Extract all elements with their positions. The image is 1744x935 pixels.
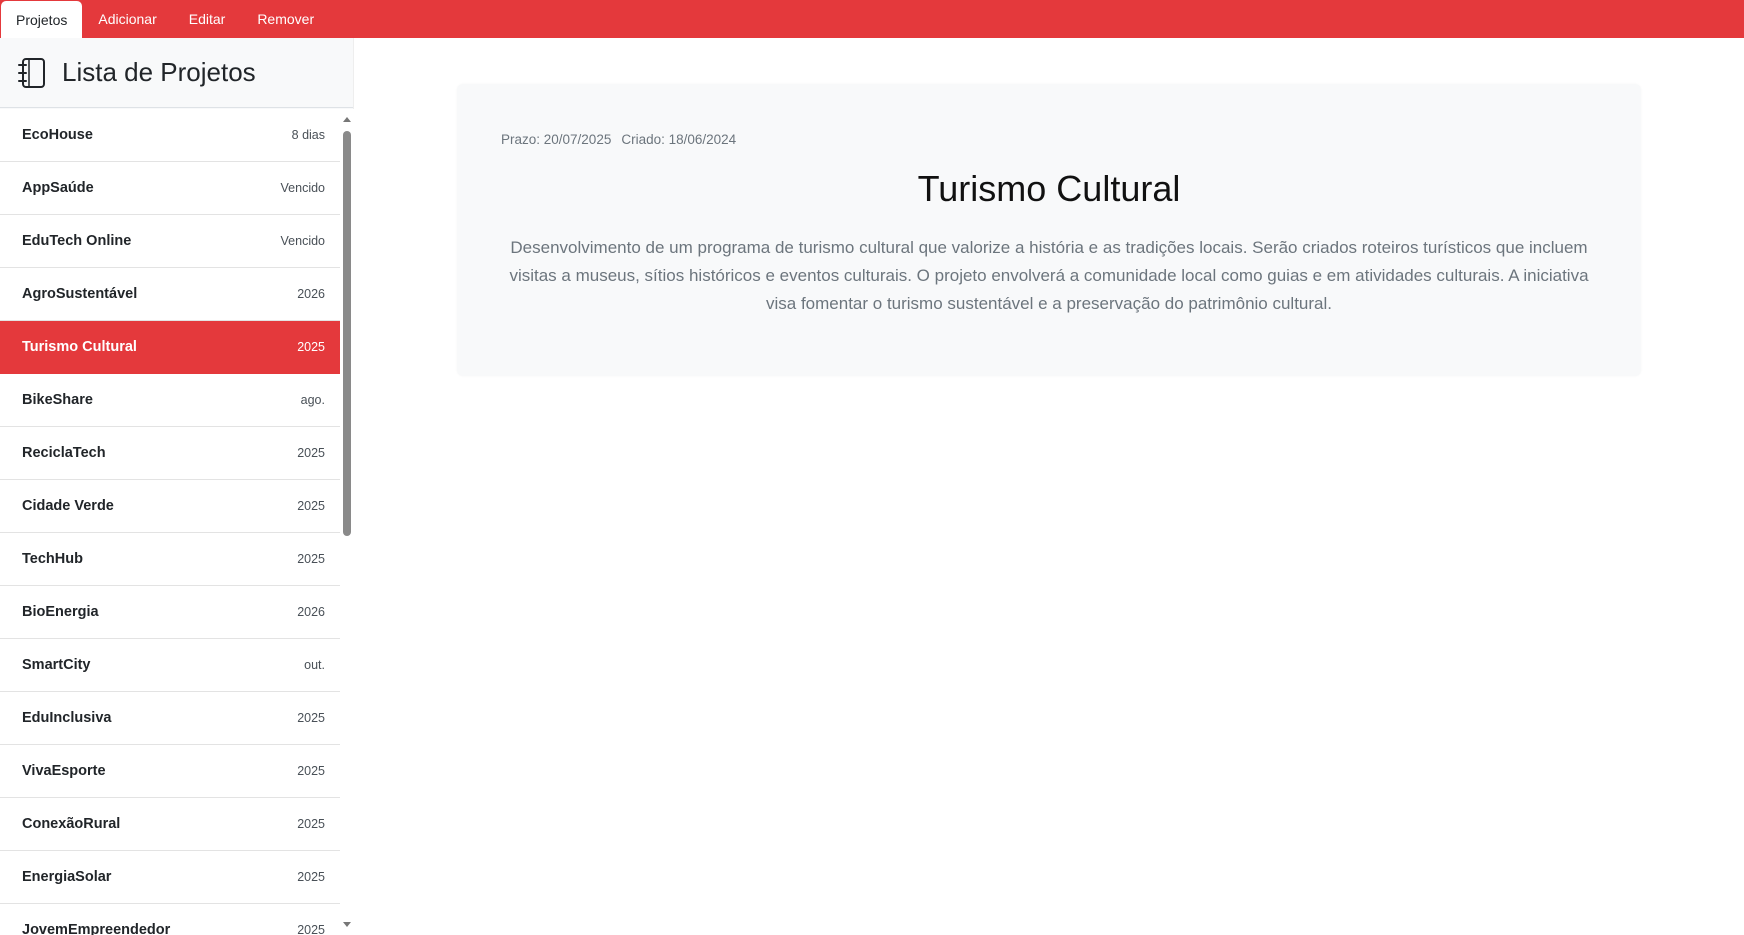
- project-list-item[interactable]: EduTech Online Vencido: [0, 215, 340, 268]
- project-list-item[interactable]: Cidade Verde 2025: [0, 480, 340, 533]
- project-due-label: 2025: [297, 923, 325, 935]
- project-list-item[interactable]: EduInclusiva 2025: [0, 692, 340, 745]
- project-due-label: 2025: [297, 817, 325, 831]
- project-name: EduInclusiva: [22, 710, 112, 726]
- tab-editar[interactable]: Editar: [173, 0, 242, 38]
- project-list-item[interactable]: AppSaúde Vencido: [0, 162, 340, 215]
- project-due-label: 8 dias: [291, 128, 325, 142]
- project-description: Desenvolvimento de um programa de turism…: [509, 238, 1589, 313]
- project-list-item[interactable]: AgroSustentável 2026: [0, 268, 340, 321]
- project-name: EcoHouse: [22, 127, 93, 143]
- project-due-label: 2026: [297, 605, 325, 619]
- tab-adicionar[interactable]: Adicionar: [82, 0, 172, 38]
- project-due-label: 2025: [297, 499, 325, 513]
- project-name: Cidade Verde: [22, 498, 114, 514]
- scroll-up-arrow[interactable]: [343, 117, 351, 122]
- project-due-label: ago.: [300, 393, 325, 407]
- notebook-icon: [14, 56, 48, 90]
- project-list-item[interactable]: SmartCity out.: [0, 639, 340, 692]
- project-deadline: Prazo: 20/07/2025: [501, 132, 612, 147]
- project-name: BikeShare: [22, 392, 93, 408]
- project-detail-card: Prazo: 20/07/2025 Criado: 18/06/2024 Tur…: [457, 84, 1641, 376]
- project-due-label: 2025: [297, 711, 325, 725]
- project-due-label: 2025: [297, 340, 325, 354]
- tab-remover[interactable]: Remover: [241, 0, 330, 38]
- project-due-label: 2025: [297, 446, 325, 460]
- tab-projetos[interactable]: Projetos: [1, 1, 83, 38]
- project-due-label: 2025: [297, 552, 325, 566]
- project-name: AppSaúde: [22, 180, 94, 196]
- project-list: EcoHouse 8 dias AppSaúde Vencido EduTech Onl…: [0, 109, 340, 935]
- project-name: ConexãoRural: [22, 816, 121, 832]
- project-created-date: Criado: 18/06/2024: [621, 132, 737, 147]
- project-list-item[interactable]: JovemEmpreendedor 2025: [0, 904, 340, 935]
- project-list-item[interactable]: VivaEsporte 2025: [0, 745, 340, 798]
- project-due-label: Vencido: [280, 181, 325, 195]
- project-title: Turismo Cultural: [917, 168, 1181, 209]
- scrollbar[interactable]: [340, 109, 354, 935]
- project-list-item[interactable]: TechHub 2025: [0, 533, 340, 586]
- project-due-label: 2025: [297, 870, 325, 884]
- scroll-down-arrow[interactable]: [343, 922, 351, 927]
- sidebar-header: Lista de Projetos: [0, 38, 353, 108]
- sidebar-title: Lista de Projetos: [62, 57, 256, 87]
- project-list-item[interactable]: Turismo Cultural 2025: [0, 321, 340, 374]
- top-navigation: Projetos Adicionar Editar Remover: [0, 0, 1744, 38]
- project-due-label: Vencido: [280, 234, 325, 248]
- project-list-item[interactable]: EnergiaSolar 2025: [0, 851, 340, 904]
- project-name: Turismo Cultural: [22, 339, 137, 355]
- project-due-label: out.: [304, 658, 325, 672]
- project-list-container: EcoHouse 8 dias AppSaúde Vencido EduTech Onl…: [0, 109, 354, 935]
- project-name: JovemEmpreendedor: [22, 922, 171, 935]
- project-dates: Prazo: 20/07/2025 Criado: 18/06/2024: [501, 132, 736, 147]
- project-name: EduTech Online: [22, 233, 132, 249]
- project-sidebar: Lista de Projetos EcoHouse 8 dias AppSaúde…: [0, 38, 354, 935]
- project-name: TechHub: [22, 551, 83, 567]
- project-name: SmartCity: [22, 657, 91, 673]
- project-name: VivaEsporte: [22, 763, 106, 779]
- project-list-item[interactable]: BikeShare ago.: [0, 374, 340, 427]
- project-name: ReciclaTech: [22, 445, 106, 461]
- project-name: EnergiaSolar: [22, 869, 112, 885]
- project-list-item[interactable]: BioEnergia 2026: [0, 586, 340, 639]
- project-due-label: 2025: [297, 764, 325, 778]
- project-name: BioEnergia: [22, 604, 99, 620]
- project-due-label: 2026: [297, 287, 325, 301]
- project-name: AgroSustentável: [22, 286, 138, 302]
- project-list-item[interactable]: EcoHouse 8 dias: [0, 109, 340, 162]
- scroll-thumb[interactable]: [343, 131, 351, 536]
- project-list-item[interactable]: ReciclaTech 2025: [0, 427, 340, 480]
- project-list-item[interactable]: ConexãoRural 2025: [0, 798, 340, 851]
